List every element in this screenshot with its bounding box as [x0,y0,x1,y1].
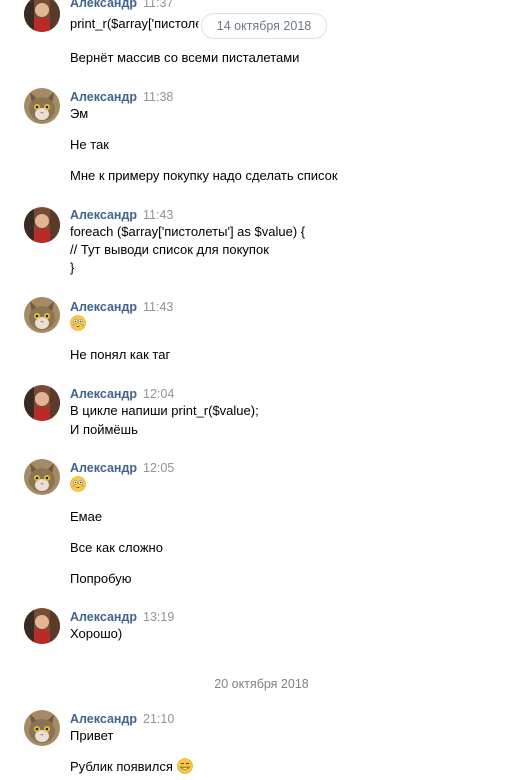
message-author[interactable]: Александр 11:43 [70,300,173,314]
message-text: В цикле напиши print_r($value); [70,403,259,418]
message-text: Вернёт массив со всеми пистaлетами [70,50,300,65]
message-text: Не понял как таг [70,347,171,362]
message-text: Попробую [70,571,132,586]
message-text: Хорошо) [70,626,123,641]
message-time: 12:05 [143,461,175,475]
message-time: 11:38 [143,90,174,104]
message-text-span: Рублик появился [70,759,173,774]
message-text: foreach ($array['пистолеты'] as $value) … [70,224,306,239]
flushed-emoji-icon [70,315,86,331]
message-text [70,315,86,333]
avatar[interactable] [24,207,60,243]
floating-date-pill: 14 октября 2018 [201,13,327,39]
message-author[interactable]: Александр 21:10 [70,712,174,726]
message-time: 21:10 [143,712,175,726]
message-author[interactable]: Александр 12:05 [70,461,174,475]
chat-history: Александр 11:37 print_r($array['пистолеты… [0,0,523,780]
message-text: } [70,260,75,275]
avatar[interactable] [24,385,60,421]
message-text: Все как сложно [70,540,163,555]
flushed-emoji-icon [70,476,86,492]
message-author[interactable]: Александр 11:38 [70,90,173,104]
message-text: Емае [70,509,103,524]
message-text: Привет [70,728,114,743]
avatar[interactable] [24,608,60,644]
message-time: 12:04 [143,387,175,401]
message-text [70,476,86,494]
avatar[interactable] [24,297,60,333]
message-text: // Тут выводи список для покупок [70,242,269,257]
message-time: 11:43 [143,208,174,222]
avatar[interactable] [24,459,60,495]
message-time: 11:43 [143,300,174,314]
avatar[interactable] [24,0,60,32]
message-text: Мне к примеру покупку надо сделать списо… [70,168,338,183]
avatar[interactable] [24,88,60,124]
date-separator: 20 октября 2018 [214,677,309,691]
avatar[interactable] [24,710,60,746]
message-author[interactable]: Александр 13:19 [70,610,174,624]
message-text: Не так [70,137,109,152]
message-time: 13:19 [143,610,175,624]
message-time: 11:37 [143,0,174,10]
message-author[interactable]: Александр 12:04 [70,387,174,401]
message-author[interactable]: Александр 11:43 [70,208,173,222]
message-text: Эм [70,106,89,121]
grinning-emoji-icon [176,758,193,774]
message-author[interactable]: Александр 11:37 [70,0,173,10]
message-text: Рублик появился [70,758,193,776]
message-text: И поймёшь [70,422,138,437]
